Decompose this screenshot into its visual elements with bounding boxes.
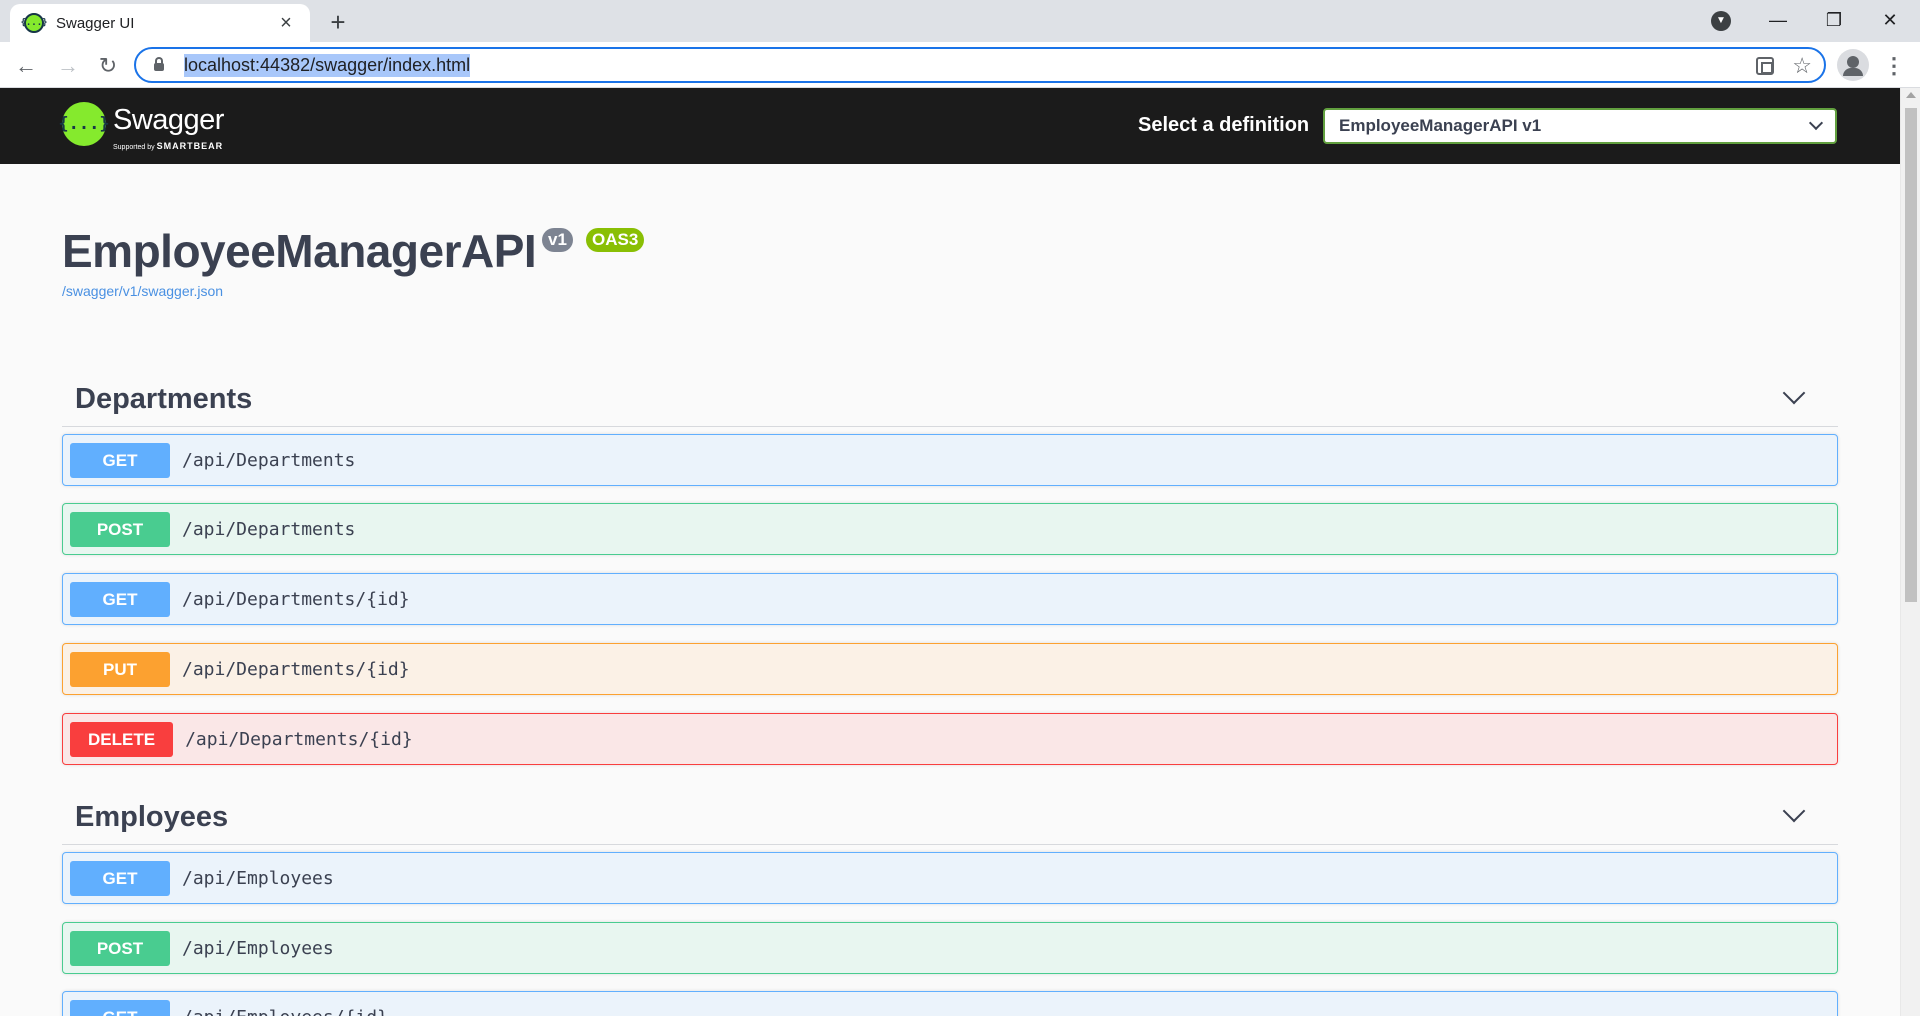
operation-get-employee-by-id[interactable]: GET /api/Employees/{id} bbox=[62, 991, 1838, 1016]
page-viewport: {...} Swagger Supported by SMARTBEAR Sel… bbox=[0, 88, 1920, 1016]
method-badge: DELETE bbox=[70, 721, 174, 757]
page-scrollbar[interactable] bbox=[1900, 88, 1920, 1016]
new-tab-icon[interactable]: + bbox=[322, 6, 354, 38]
tag-name: Departments bbox=[75, 383, 253, 415]
lock-icon[interactable] bbox=[154, 57, 164, 71]
tag-departments-header[interactable]: Departments bbox=[62, 367, 1838, 427]
close-tab-icon[interactable]: × bbox=[276, 13, 296, 33]
scroll-thumb[interactable] bbox=[1905, 108, 1917, 602]
operation-post-employees[interactable]: POST /api/Employees bbox=[62, 922, 1838, 974]
tab-title: Swagger UI bbox=[56, 14, 135, 32]
swagger-json-link[interactable]: /swagger/v1/swagger.json bbox=[62, 283, 223, 299]
browser-menu-icon[interactable]: ⋮ bbox=[1878, 50, 1910, 82]
method-badge: GET bbox=[70, 999, 170, 1016]
oas-badge: OAS3 bbox=[586, 228, 645, 252]
swagger-logo-icon[interactable]: {...} bbox=[58, 102, 110, 146]
operation-path: /api/Departments bbox=[182, 449, 356, 471]
reload-icon[interactable]: ↻ bbox=[92, 50, 124, 82]
close-window-icon[interactable]: ✕ bbox=[1862, 0, 1918, 40]
operation-get-departments[interactable]: GET /api/Departments bbox=[62, 434, 1838, 486]
operation-path: /api/Departments/{id} bbox=[185, 728, 413, 750]
browser-toolbar: ← → ↻ localhost:44382/swagger/index.html… bbox=[0, 42, 1920, 88]
qr-code-icon[interactable] bbox=[1756, 57, 1775, 75]
operation-path: /api/Departments bbox=[182, 518, 356, 540]
method-badge: PUT bbox=[70, 651, 170, 687]
operation-path: /api/Departments/{id} bbox=[182, 588, 410, 610]
method-badge: GET bbox=[70, 581, 170, 617]
operation-post-departments[interactable]: POST /api/Departments bbox=[62, 503, 1838, 555]
operation-delete-department-by-id[interactable]: DELETE /api/Departments/{id} bbox=[62, 713, 1838, 765]
smartbear-tagline: Supported by SMARTBEAR bbox=[113, 141, 224, 151]
chevron-down-icon[interactable] bbox=[1782, 799, 1806, 823]
operation-path: /api/Employees bbox=[182, 867, 334, 889]
operation-path: /api/Employees bbox=[182, 937, 334, 959]
version-badge: v1 bbox=[542, 228, 573, 252]
bookmark-star-icon[interactable]: ☆ bbox=[1792, 53, 1812, 79]
forward-arrow-icon[interactable]: → bbox=[52, 50, 84, 82]
chevron-down-icon bbox=[1808, 115, 1824, 131]
api-title: EmployeeManagerAPI bbox=[62, 225, 537, 277]
operation-get-employees[interactable]: GET /api/Employees bbox=[62, 852, 1838, 904]
scroll-up-arrow-icon[interactable] bbox=[1906, 92, 1916, 98]
back-arrow-icon[interactable]: ← bbox=[10, 50, 42, 82]
address-bar[interactable]: localhost:44382/swagger/index.html ☆ bbox=[134, 47, 1826, 83]
method-badge: POST bbox=[70, 511, 170, 547]
operation-path: /api/Departments/{id} bbox=[182, 658, 410, 680]
definition-select[interactable]: EmployeeManagerAPI v1 bbox=[1323, 108, 1837, 144]
method-badge: POST bbox=[70, 930, 170, 966]
swagger-brand[interactable]: Swagger bbox=[113, 104, 224, 137]
operation-path: /api/Employees/{id} bbox=[182, 1007, 388, 1016]
tag-employees-header[interactable]: Employees bbox=[62, 785, 1838, 845]
operation-put-department-by-id[interactable]: PUT /api/Departments/{id} bbox=[62, 643, 1838, 695]
operation-get-department-by-id[interactable]: GET /api/Departments/{id} bbox=[62, 573, 1838, 625]
tab-search-icon[interactable]: ▼ bbox=[1711, 11, 1731, 31]
tag-name: Employees bbox=[75, 801, 229, 833]
browser-tab[interactable]: {...} Swagger UI × bbox=[10, 4, 310, 42]
minimize-icon[interactable]: — bbox=[1750, 0, 1806, 40]
chevron-down-icon[interactable] bbox=[1782, 381, 1806, 405]
swagger-topbar: {...} Swagger Supported by SMARTBEAR Sel… bbox=[0, 88, 1900, 164]
browser-tabstrip: {...} Swagger UI × + ▼ — ❐ ✕ bbox=[0, 0, 1920, 42]
url-input[interactable]: localhost:44382/swagger/index.html bbox=[184, 53, 471, 77]
swagger-favicon-icon: {...} bbox=[20, 13, 48, 33]
restore-icon[interactable]: ❐ bbox=[1806, 0, 1862, 40]
definition-label: Select a definition bbox=[1138, 114, 1310, 136]
method-badge: GET bbox=[70, 442, 170, 478]
profile-avatar-icon[interactable] bbox=[1837, 49, 1869, 81]
method-badge: GET bbox=[70, 860, 170, 896]
